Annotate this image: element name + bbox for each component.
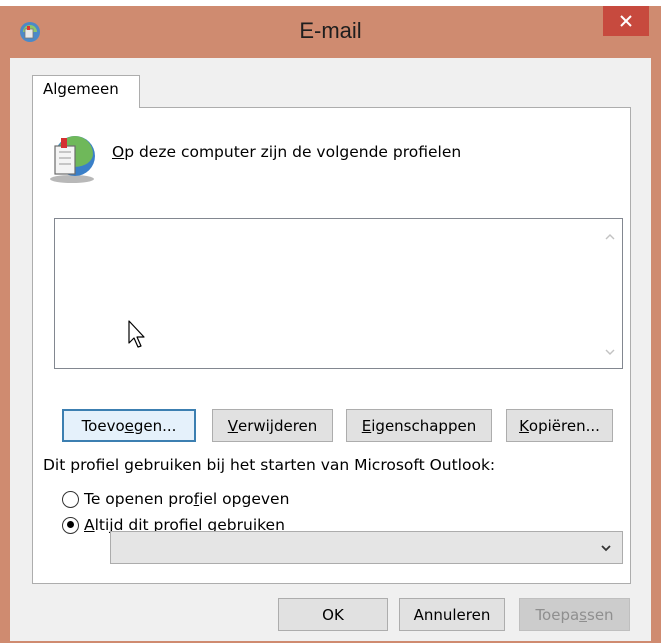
apply-button[interactable]: Toepa s sen bbox=[519, 598, 630, 631]
close-icon bbox=[620, 15, 632, 27]
copy-button-post: opiëren... bbox=[528, 416, 600, 435]
profile-combobox[interactable] bbox=[110, 531, 623, 564]
radio-prompt-profile[interactable]: Te openen pro f iel opgeven bbox=[62, 490, 289, 508]
copy-button[interactable]: Kopiëren... bbox=[506, 409, 613, 442]
tab-general[interactable]: Algemeen bbox=[32, 75, 140, 108]
tab-general-label: Algemeen bbox=[43, 80, 119, 98]
profiles-heading: Op deze computer zijn de volgende profie… bbox=[112, 143, 461, 161]
dialog-client-area: Algemeen Op deze computer zijn de volgen… bbox=[10, 58, 651, 641]
apply-button-post: sen bbox=[587, 605, 614, 624]
ok-button[interactable]: OK bbox=[278, 598, 388, 631]
mail-profiles-icon bbox=[50, 136, 95, 183]
close-button[interactable] bbox=[603, 6, 649, 36]
scroll-up-icon[interactable] bbox=[604, 231, 616, 243]
copy-button-accel: K bbox=[519, 416, 529, 435]
title-bar[interactable]: E-mail bbox=[0, 6, 661, 58]
email-dialog: E-mail Algemeen Op deze computer zijn de… bbox=[0, 6, 661, 643]
add-button-pre: Toevo bbox=[81, 416, 125, 435]
cancel-button[interactable]: Annuleren bbox=[399, 598, 505, 631]
chevron-down-icon[interactable] bbox=[600, 542, 612, 554]
remove-button-accel: V bbox=[227, 416, 238, 435]
window-title: E-mail bbox=[299, 18, 362, 43]
tab-panel-general: Op deze computer zijn de volgende profie… bbox=[32, 107, 631, 584]
radio-prompt-pre: Te openen pro bbox=[84, 490, 194, 508]
remove-button[interactable]: Verwijderen bbox=[212, 409, 333, 442]
radio-always-circle[interactable] bbox=[62, 516, 79, 534]
radio-prompt-post: iel opgeven bbox=[199, 490, 290, 508]
heading-rest: p deze computer zijn de volgende profiel… bbox=[124, 143, 462, 161]
properties-button-post: igenschappen bbox=[371, 416, 477, 435]
ok-button-label: OK bbox=[322, 605, 344, 624]
properties-button-accel: E bbox=[361, 416, 372, 435]
cancel-button-label: Annuleren bbox=[413, 605, 491, 624]
apply-button-accel: s bbox=[579, 605, 587, 624]
startup-label: Dit profiel gebruiken bij het starten va… bbox=[43, 456, 496, 474]
add-button[interactable]: Toevo e gen... bbox=[62, 409, 196, 442]
scroll-down-icon[interactable] bbox=[604, 346, 616, 358]
add-button-post: gen... bbox=[133, 416, 177, 435]
radio-prompt-circle[interactable] bbox=[62, 490, 79, 508]
apply-button-pre: Toepa bbox=[535, 605, 580, 624]
add-button-accel: e bbox=[124, 416, 134, 435]
heading-accel: O bbox=[112, 143, 125, 161]
remove-button-post: erwijderen bbox=[237, 416, 318, 435]
mouse-pointer-icon bbox=[128, 320, 145, 348]
properties-button[interactable]: Eigenschappen bbox=[346, 409, 492, 442]
radio-always-accel: A bbox=[84, 516, 95, 534]
